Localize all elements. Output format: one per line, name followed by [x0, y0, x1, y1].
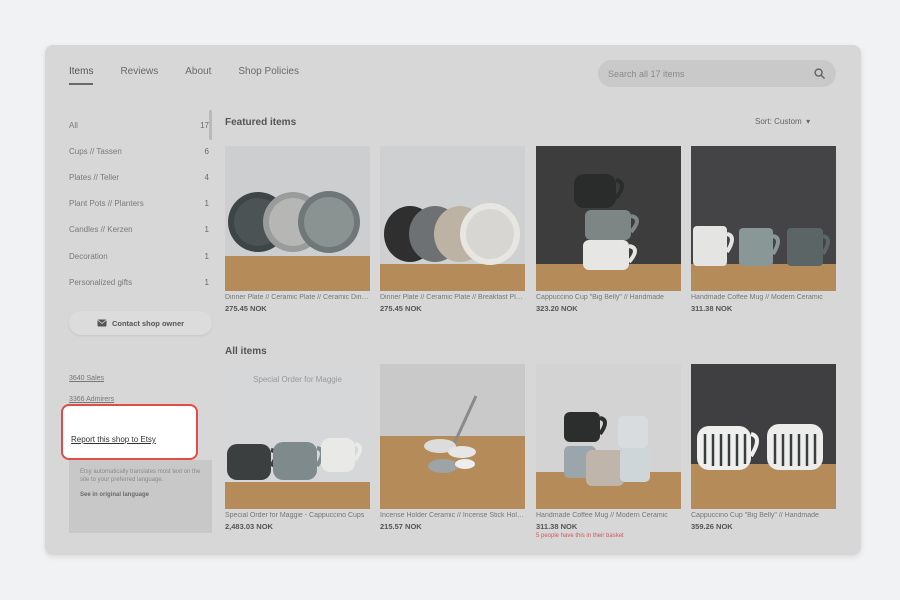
- product-image-incense-holders: [380, 364, 525, 509]
- category-list: All 17 Cups // Tassen 6 Plates // Teller 4 …: [69, 112, 209, 295]
- product-title: Special Order for Maggie - Cappuccino Cu…: [225, 512, 365, 519]
- product-title: Dinner Plate // Ceramic Plate // Ceramic…: [225, 294, 370, 301]
- search-icon[interactable]: [814, 68, 825, 79]
- translation-notice: Etsy automatically translates most text …: [69, 460, 212, 533]
- category-scrollbar[interactable]: [209, 110, 212, 140]
- product-image-striped-cups: [691, 364, 836, 509]
- see-original-link[interactable]: See in original language: [80, 491, 201, 499]
- sort-dropdown[interactable]: Sort: Custom ▾: [755, 117, 810, 126]
- product-image-plates-mixed: [380, 146, 525, 291]
- product-title: Handmade Coffee Mug // Modern Ceramic: [691, 294, 823, 301]
- product-title: Cappuccino Cup "Big Belly" // Handmade: [536, 294, 664, 301]
- product-price: 215.57 NOK: [380, 522, 422, 531]
- contact-shop-owner-button[interactable]: Contact shop owner: [69, 311, 212, 335]
- product-price: 311.38 NOK: [536, 522, 578, 531]
- category-label: All: [69, 120, 78, 130]
- category-item-all[interactable]: All 17: [69, 112, 209, 138]
- translation-text: Etsy automatically translates most text …: [80, 469, 201, 483]
- category-item-decoration[interactable]: Decoration 1: [69, 243, 209, 269]
- tab-about[interactable]: About: [185, 66, 211, 85]
- category-count: 1: [204, 251, 209, 261]
- category-count: 1: [204, 277, 209, 287]
- product-card[interactable]: Handmade Coffee Mug // Modern Ceramic 31…: [536, 364, 681, 539]
- tab-shop-policies[interactable]: Shop Policies: [238, 66, 299, 85]
- product-image-plates-grey: [225, 146, 370, 291]
- category-item-plates[interactable]: Plates // Teller 4: [69, 164, 209, 190]
- product-price: 275.45 NOK: [380, 304, 422, 313]
- product-image-caption: Special Order for Maggie: [253, 375, 342, 384]
- tab-items[interactable]: Items: [69, 66, 94, 85]
- product-image-three-mugs: [691, 146, 836, 291]
- category-label: Plant Pots // Planters: [69, 199, 144, 209]
- category-count: 6: [204, 146, 209, 156]
- category-count: 1: [204, 199, 209, 209]
- category-label: Personalized gifts: [69, 277, 133, 287]
- category-count: 4: [204, 172, 209, 182]
- basket-note: 5 people have this in their basket: [536, 533, 624, 539]
- shop-tabs: Items Reviews About Shop Policies: [69, 66, 326, 85]
- caret-down-icon: ▾: [803, 117, 811, 126]
- product-price: 323.20 NOK: [536, 304, 578, 313]
- message-icon: [97, 319, 107, 327]
- search-input[interactable]: [608, 66, 798, 81]
- product-card[interactable]: Cappuccino Cup "Big Belly" // Handmade 3…: [691, 364, 836, 531]
- product-price: 275.45 NOK: [225, 304, 267, 313]
- sales-link[interactable]: 3640 Sales: [69, 368, 114, 389]
- product-price: 359.26 NOK: [691, 522, 733, 531]
- product-card[interactable]: Special Order for Maggie Special Order f…: [225, 364, 370, 531]
- tab-reviews[interactable]: Reviews: [120, 66, 158, 85]
- featured-items-heading: Featured items: [225, 117, 297, 128]
- product-card[interactable]: Dinner Plate // Ceramic Plate // Ceramic…: [225, 146, 370, 313]
- product-image-mug-group: [536, 364, 681, 509]
- category-item-cups[interactable]: Cups // Tassen 6: [69, 138, 209, 164]
- product-title: Cappuccino Cup "Big Belly" // Handmade: [691, 512, 819, 519]
- category-label: Decoration: [69, 251, 108, 261]
- sort-label: Sort: Custom: [755, 117, 802, 126]
- product-card[interactable]: Cappuccino Cup "Big Belly" // Handmade 3…: [536, 146, 681, 313]
- report-highlight: Report this shop to Etsy: [61, 404, 198, 460]
- category-item-plant-pots[interactable]: Plant Pots // Planters 1: [69, 191, 209, 217]
- category-label: Plates // Teller: [69, 172, 120, 182]
- contact-label: Contact shop owner: [111, 318, 185, 328]
- product-title: Incense Holder Ceramic // Incense Stick …: [380, 512, 525, 519]
- search-bar: [598, 60, 836, 87]
- product-title: Handmade Coffee Mug // Modern Ceramic: [536, 512, 668, 519]
- category-item-candles[interactable]: Candles // Kerzen 1: [69, 217, 209, 243]
- category-item-personalized-gifts[interactable]: Personalized gifts 1: [69, 269, 209, 295]
- category-label: Candles // Kerzen: [69, 225, 133, 235]
- category-label: Cups // Tassen: [69, 146, 122, 156]
- product-price: 311.38 NOK: [691, 304, 733, 313]
- product-price: 2,483.03 NOK: [225, 522, 273, 531]
- report-shop-link[interactable]: Report this shop to Etsy: [71, 435, 156, 444]
- product-title: Dinner Plate // Ceramic Plate // Breakfa…: [380, 294, 525, 301]
- product-card[interactable]: Dinner Plate // Ceramic Plate // Breakfa…: [380, 146, 525, 313]
- category-count: 17: [200, 120, 209, 130]
- product-card[interactable]: Incense Holder Ceramic // Incense Stick …: [380, 364, 525, 531]
- product-image-special-order-cups: Special Order for Maggie: [225, 364, 370, 509]
- product-card[interactable]: Handmade Coffee Mug // Modern Ceramic 31…: [691, 146, 836, 313]
- all-items-heading: All items: [225, 346, 267, 357]
- category-count: 1: [204, 225, 209, 235]
- product-image-stacked-cups: [536, 146, 681, 291]
- shop-panel: Items Reviews About Shop Policies All17 …: [45, 45, 861, 555]
